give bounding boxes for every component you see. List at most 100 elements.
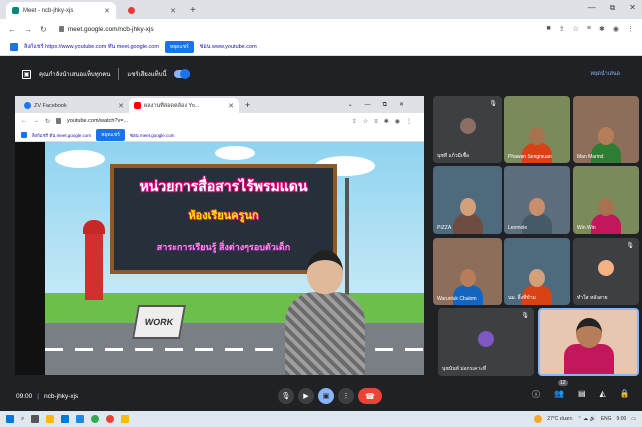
- meeting-time: 09:00: [16, 392, 33, 400]
- search-icon[interactable]: ⌕: [21, 416, 24, 423]
- participant-name: ทำใส หลังสาย: [577, 295, 608, 301]
- filter-icon[interactable]: ≡: [587, 25, 591, 33]
- mailbox-illustration: [83, 220, 105, 300]
- screen: Meet - ncb-jhky-xjs ✕ ✕ + — ⧉ ✕ ← → ↻ me…: [0, 0, 642, 427]
- back-icon[interactable]: ←: [8, 25, 16, 34]
- mic-muted-icon: 🎙: [521, 313, 529, 319]
- menu-icon[interactable]: ⋮: [627, 25, 634, 33]
- participant-tile[interactable]: Man Marind: [573, 96, 639, 163]
- new-tab-icon: +: [245, 100, 251, 110]
- microphone-button[interactable]: 🎙: [278, 388, 294, 404]
- close-tab-icon[interactable]: ✕: [104, 7, 110, 15]
- participant-video: [563, 318, 614, 374]
- people-button[interactable]: 👥 12: [554, 380, 568, 400]
- activities-icon[interactable]: ◭: [600, 389, 606, 400]
- participant-name: นม. ลิ้งที่ข้าม: [508, 295, 536, 301]
- system-tray: 27°C ฝนตก ⌃ ☁ 🔊 ENG 9:00 ▭: [534, 415, 636, 423]
- close-tab-icon[interactable]: ✕: [170, 7, 176, 15]
- lock-icon[interactable]: 🔒: [620, 389, 630, 400]
- inner-tabbar: ZV Facebook ✕ ผลงานที่สอดคล้อง Yo... ✕ +…: [15, 96, 424, 113]
- mail-icon[interactable]: [76, 415, 85, 423]
- app-icon[interactable]: [121, 415, 130, 423]
- toolbar-icons: ■ ⇪ ☆ ≡ ✱ ◉ ⋮: [547, 25, 634, 33]
- minimize-icon[interactable]: —: [588, 3, 596, 13]
- share-icon: [21, 132, 27, 138]
- forward-icon[interactable]: →: [24, 25, 32, 34]
- camera-icon[interactable]: ■: [547, 25, 551, 33]
- participant-tile[interactable]: Lenmole: [504, 166, 570, 234]
- facebook-icon: [24, 102, 31, 109]
- participant-tile[interactable]: 🎙 นุชนันท์ ม่อกรเคาะที่: [438, 308, 534, 376]
- tab-title: Meet - ncb-jhky-xjs: [23, 7, 74, 14]
- tray-icons[interactable]: ⌃ ☁ 🔊: [577, 416, 595, 422]
- inner-share-bar: ลิงก์แชร์ ทัน meet.google.com หยุดแชร์ ซ…: [15, 129, 424, 142]
- participant-tile[interactable]: 🎙 ทำใส หลังสาย: [573, 238, 639, 305]
- present-button[interactable]: ▣: [318, 388, 334, 404]
- more-options-button[interactable]: ⋮: [338, 388, 354, 404]
- browser-toolbar: ← → ↻ meet.google.com/ncb-jhky-xjs ■ ⇪ ☆…: [0, 19, 642, 39]
- extension-icon[interactable]: ✱: [599, 25, 605, 33]
- stop-sharing-button[interactable]: หยุดแชร์: [164, 41, 194, 53]
- file-explorer-icon[interactable]: [46, 415, 55, 423]
- camera-button[interactable]: ▶: [298, 388, 314, 404]
- info-icon[interactable]: ⓘ: [532, 389, 540, 400]
- windows-start-icon[interactable]: [6, 415, 14, 423]
- inner-tab-active: ผลงานที่สอดคล้อง Yo... ✕: [129, 98, 239, 113]
- chrome-icon[interactable]: [91, 415, 100, 423]
- forward-icon: →: [33, 118, 39, 124]
- participant-tile[interactable]: Warunluk Chalom: [433, 238, 502, 305]
- participant-name: นุชที แก้วมีเชื้อ: [437, 153, 469, 159]
- teacher-image: [285, 250, 365, 375]
- store-icon[interactable]: [61, 415, 70, 423]
- weather-icon: [534, 415, 543, 423]
- chat-icon[interactable]: ▤: [578, 389, 586, 400]
- participant-tile[interactable]: Phawan Sengmuan: [504, 96, 570, 163]
- language-indicator[interactable]: ENG: [601, 416, 612, 422]
- address-bar[interactable]: meet.google.com/ncb-jhky-xjs: [58, 25, 154, 33]
- laptop-text: WORK: [143, 317, 175, 327]
- share-icon[interactable]: ⇪: [559, 25, 565, 33]
- record-dot-icon: [128, 7, 135, 14]
- reload-icon: ↻: [45, 118, 51, 125]
- participant-tile[interactable]: PIZZA: [433, 166, 502, 234]
- task-view-icon[interactable]: [31, 415, 40, 423]
- participant-name: Phawan Sengmuan: [508, 154, 552, 160]
- star-icon[interactable]: ☆: [573, 25, 579, 33]
- inner-url: youtube.com/watch?v=...: [67, 118, 129, 124]
- participant-name: นุชนันท์ ม่อกรเคาะที่: [442, 366, 487, 372]
- participant-tile[interactable]: Win Win: [573, 166, 639, 234]
- self-view-tile[interactable]: [538, 308, 639, 376]
- maximize-icon[interactable]: ⧉: [610, 3, 616, 13]
- close-tab-icon: ✕: [118, 102, 124, 110]
- participant-name: Win Win: [577, 225, 596, 231]
- browser-tab[interactable]: Meet - ncb-jhky-xjs ✕: [6, 2, 116, 19]
- hang-up-button[interactable]: ☎: [358, 388, 382, 404]
- recording-tab[interactable]: ✕: [122, 2, 182, 19]
- back-icon: ←: [21, 118, 27, 124]
- profile-icon[interactable]: ◉: [613, 25, 619, 33]
- shared-screen: ZV Facebook ✕ ผลงานที่สอดคล้อง Yo... ✕ +…: [15, 96, 424, 375]
- new-tab-icon[interactable]: +: [190, 5, 196, 16]
- cloud-shape: [55, 150, 105, 168]
- participant-avatar: [459, 118, 476, 135]
- inner-toolbar-icons: ⇪☆≡✱◉⋮: [351, 118, 418, 125]
- reload-icon[interactable]: ↻: [40, 25, 47, 34]
- share-audio-toggle[interactable]: [174, 69, 191, 79]
- weather-text: 27°C ฝนตก: [547, 416, 573, 422]
- address-url: meet.google.com/ncb-jhky-xjs: [67, 25, 154, 33]
- notification-icon[interactable]: ▭: [631, 416, 636, 422]
- slide-subtitle: ห้องเรียนครูนก: [188, 210, 259, 222]
- hide-link[interactable]: ซ่อน www.youtube.com: [200, 43, 257, 51]
- presentation-slide: หน่วยการสื่อสารไร้พรมแดน ห้องเรียนครูนก …: [15, 142, 424, 375]
- app-icon[interactable]: [106, 415, 115, 423]
- stop-presenting-button[interactable]: หยุดนำเสนอ: [590, 70, 620, 78]
- participant-tile[interactable]: นม. ลิ้งที่ข้าม: [504, 238, 570, 305]
- present-icon: ▣: [22, 69, 31, 79]
- participant-tile[interactable]: 🎙 นุชที แก้วมีเชื้อ: [433, 96, 502, 163]
- laptop-illustration: WORK: [132, 305, 186, 339]
- share-notification-bar: ลิงก์แชร์ https://www.youtube.com ทัน me…: [0, 39, 642, 56]
- close-window-icon[interactable]: ✕: [629, 3, 636, 13]
- inner-share-text: ลิงก์แชร์ ทัน meet.google.com: [32, 132, 92, 138]
- inner-tab: ZV Facebook ✕: [19, 98, 129, 113]
- meeting-side-controls: ⓘ 👥 12 ▤ ◭ 🔒: [532, 380, 630, 400]
